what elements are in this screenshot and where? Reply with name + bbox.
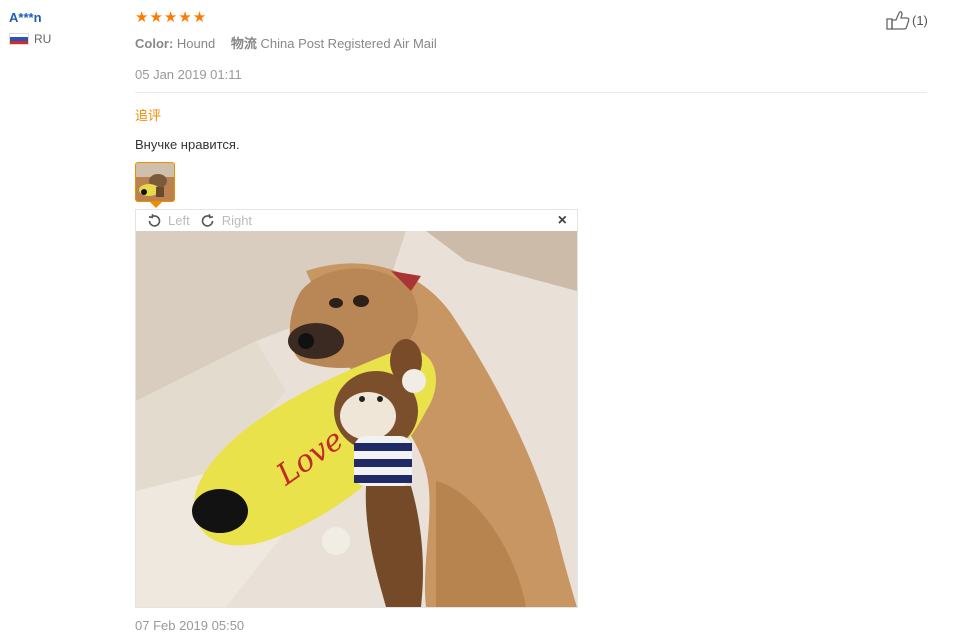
rotate-right-icon [201,213,213,227]
close-icon[interactable]: × [558,212,567,230]
rotate-left-button[interactable]: Left [146,213,190,229]
like-button[interactable]: (1) [886,10,928,30]
photo-image: Love [136,231,577,607]
color-attr-value: Hound [176,36,216,51]
reviewer-country: RU [9,32,51,46]
star-rating: ★★★★★ [135,9,208,26]
color-attr-key: Color: [135,36,174,51]
rotate-left-icon [148,213,161,227]
thumbnail-image [136,163,174,201]
rotate-right-button[interactable]: Right [200,213,252,229]
like-count: (1) [912,12,928,28]
rotate-right-label: Right [221,213,253,228]
russia-flag-icon [9,33,29,45]
country-code: RU [34,32,52,46]
followup-date: 07 Feb 2019 05:50 [135,618,245,633]
photo-thumbnail[interactable] [135,162,175,202]
thumbnail-selected-indicator [150,202,162,208]
followup-label: 追评 [135,108,162,123]
shipping-attr-value: China Post Registered Air Mail [260,36,437,51]
reviewer-name: A***n [9,10,42,25]
photo-viewer: Left Right × Love [135,209,578,608]
review-date: 05 Jan 2019 01:11 [135,67,242,82]
review-item: A***n RU ★★★★★ Color: Hound 物流 China Pos… [0,0,960,639]
shipping-attr-key: 物流 [230,36,257,51]
divider [135,92,927,93]
followup-text: Внучке нравится. [135,137,240,152]
viewer-toolbar: Left Right × [136,210,577,231]
photo-thumbnail-wrap[interactable] [135,162,177,210]
review-photo: Love [136,231,577,607]
review-attributes: Color: Hound 物流 China Post Registered Ai… [135,33,927,52]
thumbs-up-icon [886,11,910,30]
rotate-left-label: Left [168,213,190,228]
review-content: ★★★★★ Color: Hound 物流 China Post Registe… [135,10,927,210]
reviewer-info: A***n RU [9,10,51,46]
